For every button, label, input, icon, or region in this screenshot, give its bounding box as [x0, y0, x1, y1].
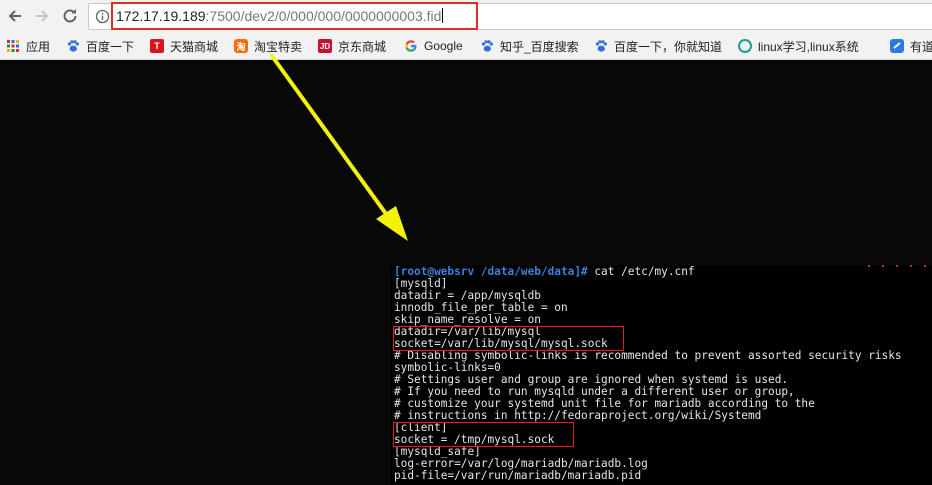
bookmark-apps[interactable]: 应用 [6, 37, 50, 55]
bookmark-tmall[interactable]: T 天猫商城 [150, 37, 218, 55]
tmall-icon: T [150, 39, 164, 53]
bookmark-label: 应用 [26, 39, 51, 54]
bookmark-zhihu-baidu[interactable]: 知乎_百度搜索 [480, 37, 579, 55]
bookmark-label: 百度一下，你就知道 [614, 39, 723, 54]
bookmark-jd[interactable]: JD 京东商城 [318, 37, 386, 55]
bookmark-label: 淘宝特卖 [254, 39, 303, 54]
bookmark-youdao[interactable]: 有道 [890, 37, 932, 55]
bookmark-label: 有道 [910, 39, 932, 54]
bookmark-label: 知乎_百度搜索 [500, 39, 579, 54]
url-text[interactable]: 172.17.19.189:7500/dev2/0/000/000/000000… [116, 7, 444, 25]
forward-button[interactable] [30, 4, 54, 28]
terminal-line: pid-file=/var/run/mariadb/mariadb.pid [394, 469, 642, 482]
text-caret [442, 8, 444, 23]
back-arrow-icon [8, 10, 21, 22]
bookmark-linux[interactable]: linux学习,linux系统 [738, 37, 859, 55]
taobao-icon: 淘 [234, 39, 248, 53]
browser-toolbar: 172.17.19.189:7500/dev2/0/000/000/000000… [0, 0, 932, 33]
reload-icon [63, 9, 77, 23]
bookmarks-bar: 应用 百度一下 T 天猫商城 淘 淘宝特卖 JD 京东商城 Google 知乎_… [0, 33, 932, 60]
back-button[interactable] [3, 4, 27, 28]
url-host: 172.17.19.189 [116, 8, 206, 24]
bookmark-label: 京东商城 [338, 39, 387, 54]
bookmark-label: Google [424, 39, 463, 53]
info-icon[interactable] [95, 9, 110, 24]
forward-arrow-icon [36, 10, 49, 22]
bookmark-baidu-full[interactable]: 百度一下，你就知道 [594, 37, 722, 55]
bookmark-label: 百度一下 [86, 39, 135, 54]
bookmark-label: 天猫商城 [170, 39, 219, 54]
url-path: :7500/dev2/0/000/000/0000000003.fid [205, 8, 442, 24]
baidu-paw-icon [66, 39, 80, 53]
bookmark-label: linux学习,linux系统 [758, 39, 859, 54]
terminal-line: # instructions in http://fedoraproject.o… [394, 409, 762, 422]
shell-command: cat /etc/my.cnf [587, 265, 695, 278]
reload-button[interactable] [58, 4, 82, 28]
linux-site-icon [738, 39, 752, 53]
apps-grid-icon [6, 39, 20, 53]
youdao-icon [890, 39, 904, 53]
address-bar[interactable]: 172.17.19.189:7500/dev2/0/000/000/000000… [88, 2, 932, 30]
bookmark-taobao[interactable]: 淘 淘宝特卖 [234, 37, 302, 55]
terminal-screenshot: [root@websrv /data/web/data]# cat /etc/m… [390, 265, 932, 485]
bookmark-baidu[interactable]: 百度一下 [66, 37, 134, 55]
baidu-paw-icon [480, 39, 494, 53]
bookmark-google[interactable]: Google [404, 37, 463, 55]
baidu-paw-icon [594, 39, 608, 53]
google-icon [404, 39, 418, 53]
jd-icon: JD [318, 39, 332, 53]
